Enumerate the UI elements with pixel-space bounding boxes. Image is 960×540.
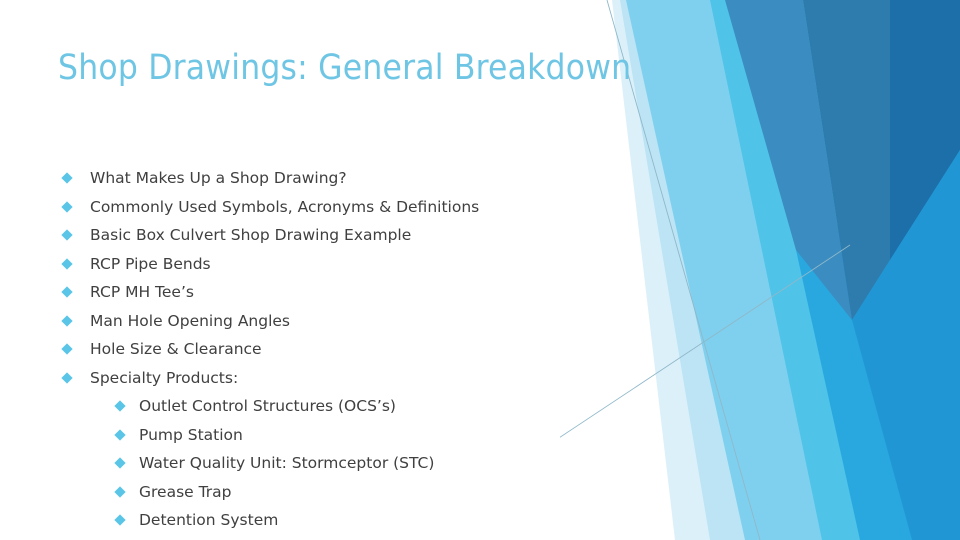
decor-shape-azure-lower — [796, 150, 960, 540]
list-item-label: Commonly Used Symbols, Acronyms & Defini… — [90, 197, 480, 216]
list-item-label: Man Hole Opening Angles — [90, 311, 291, 330]
diamond-bullet-icon — [61, 258, 73, 270]
list-item: Commonly Used Symbols, Acronyms & Defini… — [58, 193, 718, 222]
diamond-bullet-icon — [61, 343, 73, 355]
diamond-bullet-icon — [61, 172, 73, 184]
outline-list-level1: What Makes Up a Shop Drawing? Commonly U… — [58, 164, 718, 392]
list-item: Man Hole Opening Angles — [58, 307, 718, 336]
list-item-label: RCP Pipe Bends — [90, 254, 211, 273]
diamond-bullet-icon — [114, 486, 126, 498]
diamond-bullet-icon — [114, 400, 126, 412]
list-item: RCP MH Tee’s — [58, 278, 718, 307]
list-item: Pump Station — [113, 421, 718, 450]
content-body: What Makes Up a Shop Drawing? Commonly U… — [58, 164, 718, 535]
list-item-label: Water Quality Unit: Stormceptor (STC) — [139, 454, 435, 472]
list-item-label: What Makes Up a Shop Drawing? — [90, 169, 347, 187]
diamond-bullet-icon — [114, 514, 126, 526]
page-title: Shop Drawings: General Breakdown — [58, 48, 632, 88]
list-item: Detention System — [113, 506, 718, 535]
diamond-bullet-icon — [61, 286, 73, 298]
diamond-bullet-icon — [61, 229, 73, 241]
list-item-label: RCP MH Tee’s — [90, 283, 194, 301]
decor-shape-steel-blue — [725, 0, 852, 320]
list-item-label: Basic Box Culvert Shop Drawing Example — [90, 226, 412, 244]
list-item: Basic Box Culvert Shop Drawing Example — [58, 221, 718, 250]
outline-list-level2: Outlet Control Structures (OCS’s) Pump S… — [113, 392, 718, 535]
decor-shape-dark-blue — [890, 0, 960, 260]
list-item-label: Outlet Control Structures (OCS’s) — [139, 397, 396, 415]
diamond-bullet-icon — [114, 457, 126, 469]
diamond-bullet-icon — [61, 372, 73, 384]
diamond-bullet-icon — [61, 201, 73, 213]
slide-canvas: Shop Drawings: General Breakdown What Ma… — [0, 0, 960, 540]
list-item: RCP Pipe Bends — [58, 250, 718, 279]
list-item: Grease Trap — [113, 478, 718, 507]
decor-shape-deep-blue — [803, 0, 890, 320]
list-item-label: Specialty Products: — [90, 368, 239, 387]
list-item: What Makes Up a Shop Drawing? — [58, 164, 718, 193]
list-item-label: Detention System — [139, 511, 279, 529]
diamond-bullet-icon — [114, 429, 126, 441]
list-item: Water Quality Unit: Stormceptor (STC) — [113, 449, 718, 478]
list-item-label: Hole Size & Clearance — [90, 340, 262, 358]
diamond-bullet-icon — [61, 315, 73, 327]
list-item: Hole Size & Clearance — [58, 335, 718, 364]
decor-shape-medium-blue — [852, 150, 960, 540]
decor-shape-azure — [710, 0, 912, 540]
list-item: Specialty Products: — [58, 364, 718, 393]
list-item-label: Grease Trap — [139, 482, 232, 501]
list-item-label: Pump Station — [139, 425, 243, 444]
list-item: Outlet Control Structures (OCS’s) — [113, 392, 718, 421]
